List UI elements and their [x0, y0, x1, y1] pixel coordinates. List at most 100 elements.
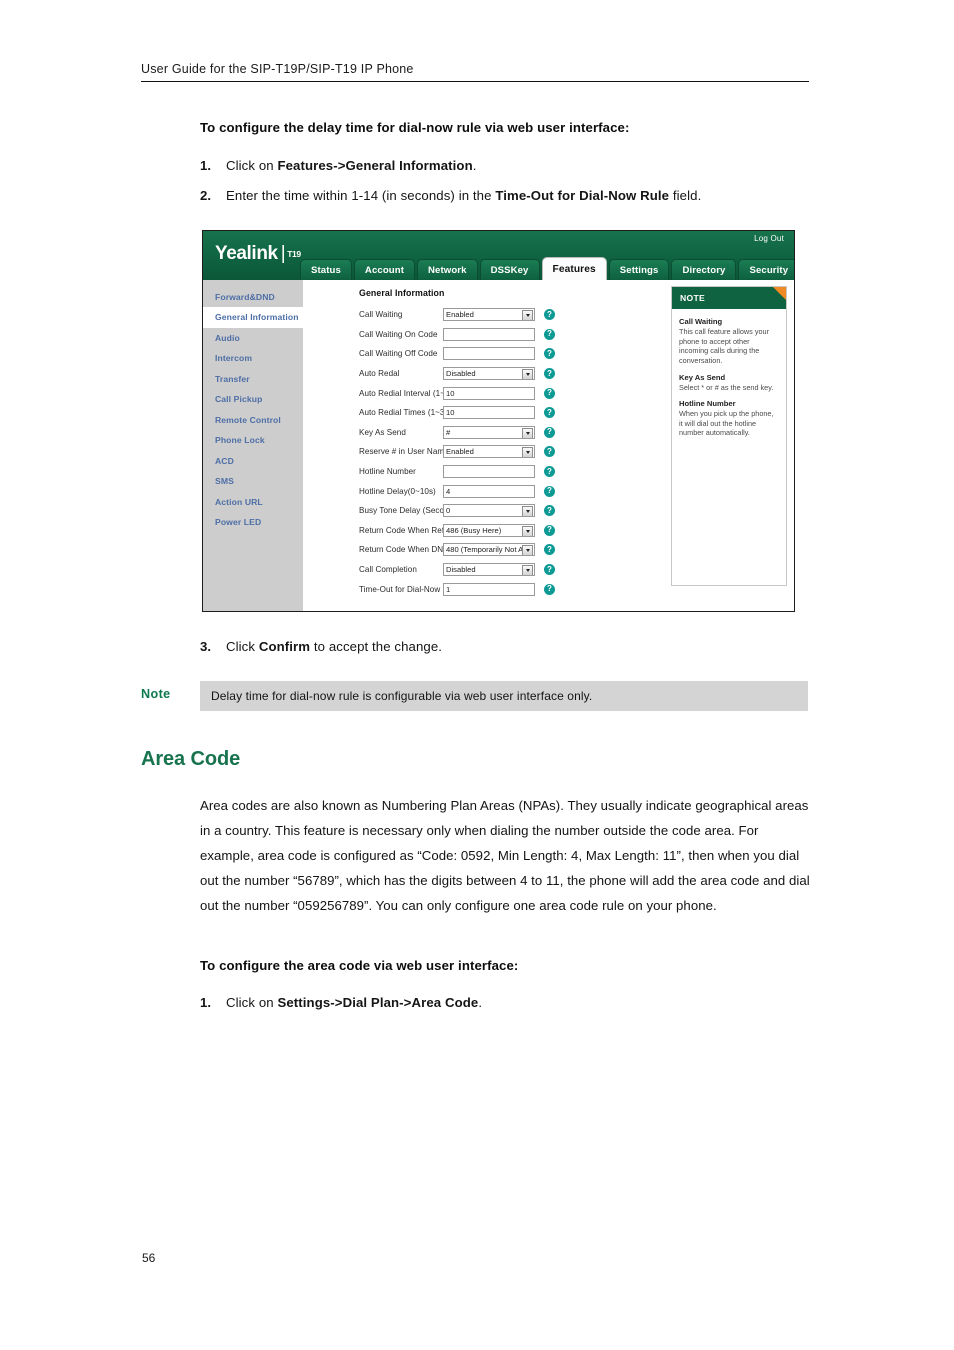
yealink-logo: Yealink | T19 [215, 243, 301, 265]
sidebar-item-label: SMS [215, 476, 234, 487]
webui-banner: Log Out Yealink | T19 Status Account Network… [203, 231, 794, 280]
field-label: Hotline Number [359, 467, 416, 477]
help-icon[interactable]: ? [544, 348, 555, 360]
section-two-step-1-pre: Click on [226, 995, 278, 1010]
chevron-down-icon[interactable] [522, 369, 533, 380]
help-icon[interactable]: ? [544, 446, 555, 458]
help-icon[interactable]: ? [544, 387, 555, 399]
sidebar-item-intercom[interactable]: Intercom [203, 348, 303, 368]
call-waiting-off-code-input[interactable] [443, 347, 535, 361]
help-icon[interactable]: ? [544, 466, 555, 478]
sidebar-item-action-url[interactable]: Action URL [203, 492, 303, 512]
note-entry-title: Call Waiting [679, 317, 723, 326]
chevron-down-icon[interactable] [522, 525, 533, 536]
brand-model: T19 [287, 249, 301, 259]
select-value: 0 [446, 506, 451, 516]
call-waiting-select[interactable]: Enabled [443, 308, 535, 322]
sidebar-item-label: ACD [215, 455, 234, 466]
note-panel: NOTE Call Waiting This call feature allow… [671, 286, 787, 586]
field-wrapper: 480 (Temporarily Not A [443, 543, 535, 557]
sidebar-item-call-pickup[interactable]: Call Pickup [203, 389, 303, 409]
sidebar-item-power-led[interactable]: Power LED [203, 512, 303, 532]
time-out-for-dial-now-rule-input[interactable]: 1 [443, 582, 535, 596]
step-2-pre: Enter the time within 1-14 (in seconds) … [226, 188, 496, 203]
field-wrapper: 1 [443, 582, 535, 596]
tab-dsskey[interactable]: DSSKey [479, 259, 540, 280]
hotline-delay-0-10s-input[interactable]: 4 [443, 484, 535, 498]
field-wrapper [443, 347, 535, 361]
section-two-step-1-number: 1. [200, 995, 212, 1010]
note-label: Note [141, 687, 171, 701]
field-wrapper: 10 [443, 406, 535, 420]
sidebar-item-transfer[interactable]: Transfer [203, 369, 303, 389]
step-1-number: 1. [200, 158, 212, 173]
help-icon[interactable]: ? [544, 309, 555, 321]
sidebar-item-audio[interactable]: Audio [203, 328, 303, 348]
tab-network[interactable]: Network [417, 259, 478, 280]
step-1-post: . [472, 158, 477, 173]
help-icon[interactable]: ? [544, 328, 555, 340]
help-icon[interactable]: ? [544, 485, 555, 497]
tab-directory[interactable]: Directory [671, 259, 737, 280]
call-waiting-on-code-input[interactable] [443, 327, 535, 341]
select-value: Enabled [446, 447, 474, 457]
tab-status[interactable]: Status [300, 259, 352, 280]
sidebar-item-label: Transfer [215, 373, 250, 384]
chevron-down-icon[interactable] [522, 506, 533, 517]
hotline-number-input[interactable] [443, 465, 535, 479]
tab-settings[interactable]: Settings [608, 259, 670, 280]
return-code-when-refuse-select[interactable]: 486 (Busy Here) [443, 523, 535, 537]
chevron-down-icon[interactable] [522, 565, 533, 576]
step-2-post: field. [669, 188, 702, 203]
select-value: Disabled [446, 369, 476, 379]
help-icon[interactable]: ? [544, 426, 555, 438]
tab-features[interactable]: Features [541, 257, 607, 280]
webui-main-panel: General Information Call Waiting Enabled?… [303, 280, 794, 611]
step-2: 2. Enter the time within 1-14 (in seconds… [200, 188, 701, 203]
auto-redial-times-1-300-input[interactable]: 10 [443, 406, 535, 420]
sidebar-item-remote-control[interactable]: Remote Control [203, 410, 303, 430]
field-wrapper [443, 465, 535, 479]
web-interface-screenshot: Log Out Yealink | T19 Status Account Network… [202, 230, 795, 612]
page-header: User Guide for the SIP-T19P/SIP-T19 IP P… [141, 62, 809, 82]
help-icon[interactable]: ? [544, 583, 555, 595]
sidebar-item-general-information[interactable]: General Information [203, 307, 307, 328]
sidebar-item-label: General Information [215, 312, 299, 323]
help-icon[interactable]: ? [544, 505, 555, 517]
reserve-in-user-name-select[interactable]: Enabled [443, 445, 535, 459]
help-icon[interactable]: ? [544, 524, 555, 536]
help-icon[interactable]: ? [544, 544, 555, 556]
step-3-bold: Confirm [258, 639, 311, 654]
chevron-down-icon[interactable] [522, 427, 533, 438]
field-label: Key As Send [359, 427, 406, 437]
help-icon[interactable]: ? [544, 368, 555, 380]
field-label: Call Waiting On Code [359, 329, 438, 339]
logout-link[interactable]: Log Out [754, 234, 784, 243]
webui-body: Forward&DND General Information Audio Inter… [203, 280, 794, 611]
help-icon[interactable]: ? [544, 564, 555, 576]
tab-account[interactable]: Account [353, 259, 415, 280]
sidebar-item-phone-lock[interactable]: Phone Lock [203, 430, 303, 450]
step-3-post: to accept the change. [310, 639, 443, 654]
sidebar-item-label: Audio [215, 332, 240, 343]
tab-label: Account [364, 264, 404, 276]
tab-security[interactable]: Security [738, 259, 794, 280]
sidebar-item-forward-dnd[interactable]: Forward&DND [203, 287, 303, 307]
chevron-down-icon[interactable] [522, 545, 533, 556]
tab-label: Settings [619, 264, 659, 276]
auto-redial-interval-1-300s-input[interactable]: 10 [443, 386, 535, 400]
auto-redal-select[interactable]: Disabled [443, 367, 535, 381]
step-3-pre: Click [226, 639, 259, 654]
field-wrapper [443, 327, 535, 341]
step-1-bold: Features->General Information [277, 158, 473, 173]
return-code-when-dnd-select[interactable]: 480 (Temporarily Not A [443, 543, 535, 557]
field-wrapper: Disabled [443, 367, 535, 381]
sidebar-item-acd[interactable]: ACD [203, 451, 303, 471]
sidebar-item-sms[interactable]: SMS [203, 471, 303, 491]
busy-tone-delay-seconds-select[interactable]: 0 [443, 504, 535, 518]
call-completion-select[interactable]: Disabled [443, 563, 535, 577]
chevron-down-icon[interactable] [522, 447, 533, 458]
key-as-send-select[interactable]: # [443, 425, 535, 439]
chevron-down-icon[interactable] [522, 310, 533, 321]
help-icon[interactable]: ? [544, 407, 555, 419]
